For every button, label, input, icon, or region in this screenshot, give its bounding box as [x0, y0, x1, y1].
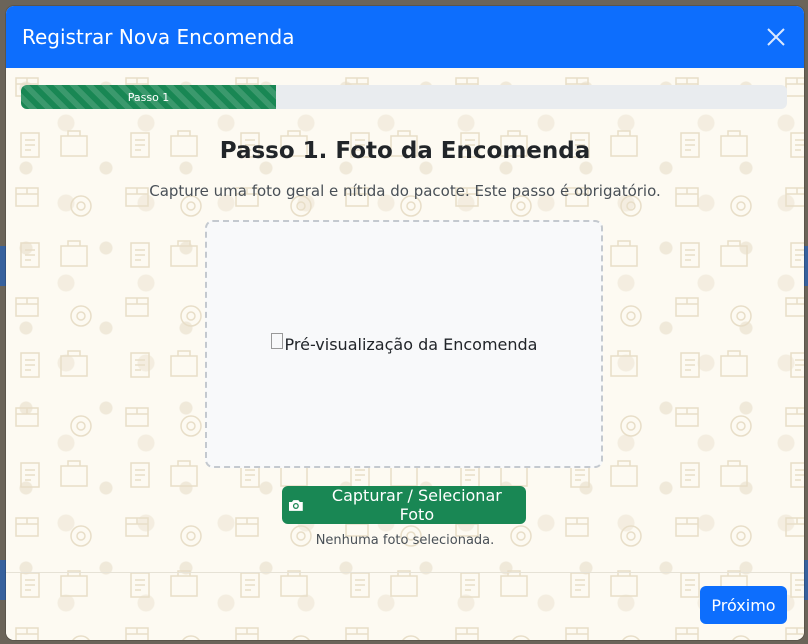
broken-image-icon — [270, 333, 283, 349]
progress-bar: Passo 1 — [21, 85, 277, 109]
close-icon[interactable] — [764, 25, 788, 49]
next-button[interactable]: Próximo — [700, 586, 787, 624]
photo-status-text: Nenhuma foto selecionada. — [315, 533, 495, 548]
step-description: Capture uma foto geral e nítida do pacot… — [149, 182, 661, 200]
modal-header: Registrar Nova Encomenda — [6, 6, 804, 68]
progress-label: Passo 1 — [127, 90, 170, 104]
modal-dialog: Registrar Nova Encomenda Passo 1 Passo 1… — [6, 6, 804, 640]
camera-icon — [288, 500, 303, 511]
capture-button-label: Capturar / Selecionar Foto — [331, 486, 502, 524]
capture-photo-button[interactable]: Capturar / Selecionar Foto — [282, 486, 526, 524]
preview-alt-text: Pré-visualização da Encomenda — [284, 334, 538, 354]
step-progress: Passo 1 — [21, 85, 787, 109]
footer-divider — [6, 572, 804, 573]
preview-image-alt: Pré-visualização da Encomenda — [270, 333, 538, 354]
modal-body: Passo 1 Passo 1. Foto da Encomenda Captu… — [6, 68, 804, 640]
step-title: Passo 1. Foto da Encomenda — [219, 138, 591, 164]
modal-title: Registrar Nova Encomenda — [22, 25, 295, 49]
photo-preview: Pré-visualização da Encomenda — [205, 220, 603, 468]
